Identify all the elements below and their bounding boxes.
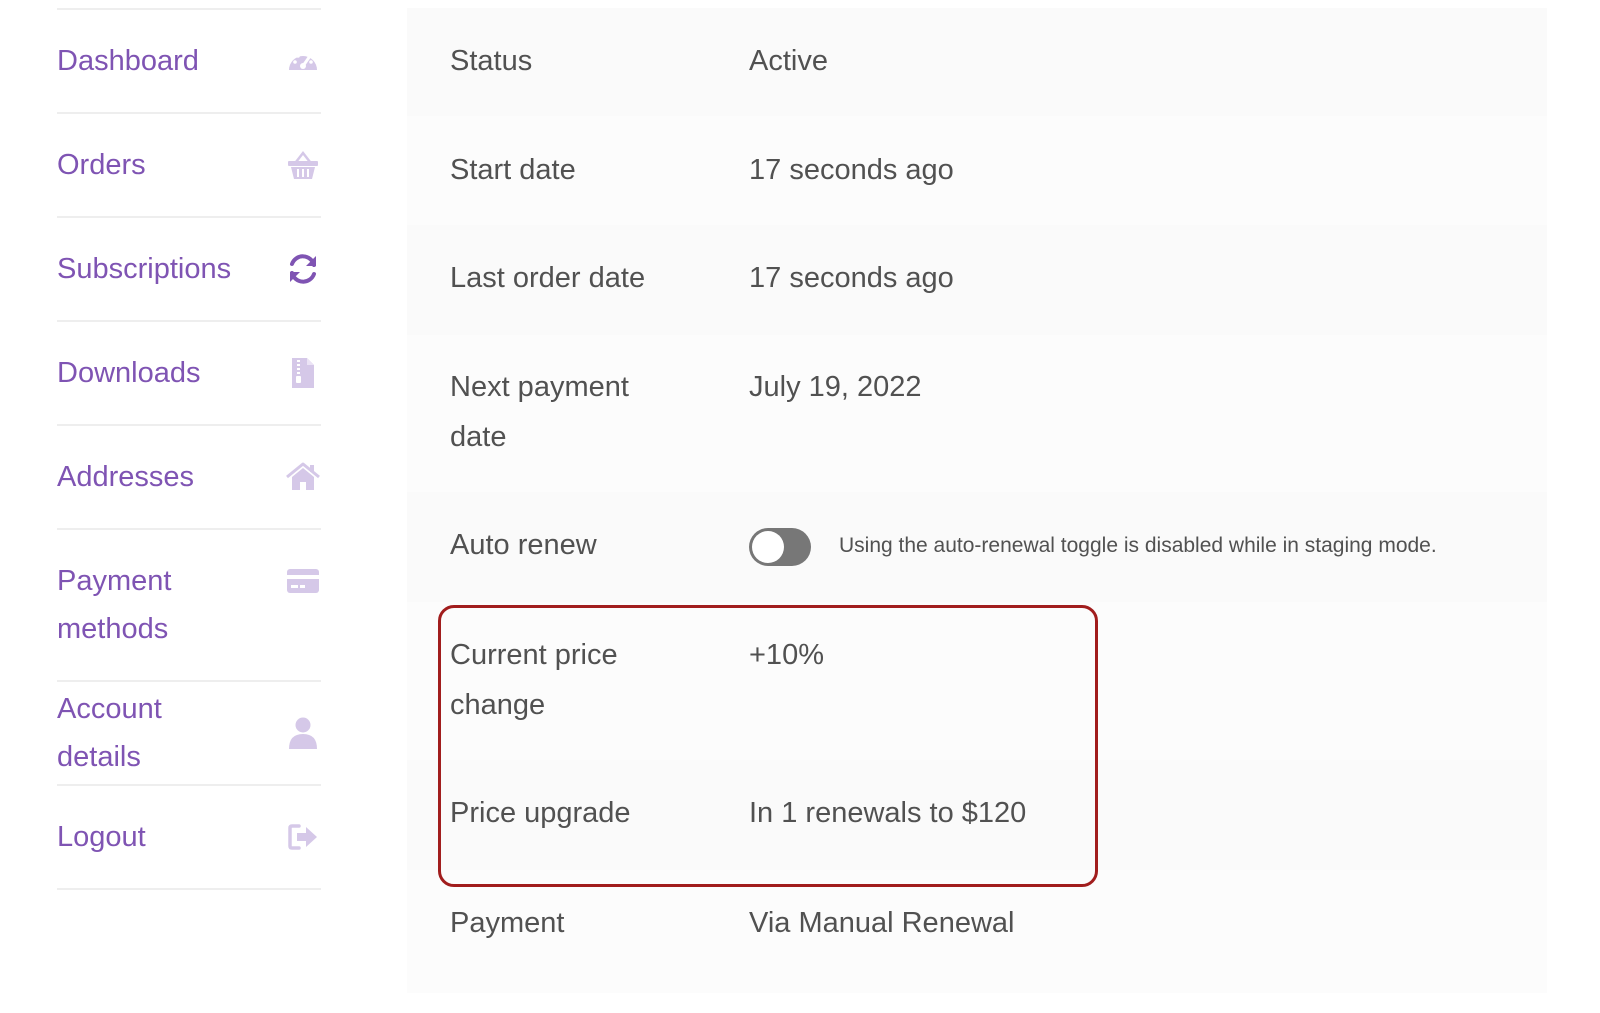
- row-label: Auto renew: [450, 529, 597, 561]
- table-row-start-date: Start date 17 seconds ago: [407, 116, 1547, 225]
- nav-item-label: Dashboard: [57, 45, 199, 77]
- zip-file-icon: [285, 355, 321, 391]
- last-order-date-value: 17 seconds ago: [749, 262, 954, 294]
- table-row-price-upgrade: Price upgrade In 1 renewals to $120: [407, 760, 1547, 870]
- auto-renew-note: Using the auto-renewal toggle is disable…: [839, 534, 1437, 557]
- row-value: July 19, 2022: [690, 335, 1547, 412]
- start-date-value: 17 seconds ago: [749, 154, 954, 186]
- row-label: Current price change: [450, 639, 618, 721]
- dashboard-gauge-icon: [285, 43, 321, 79]
- credit-card-icon: [285, 563, 321, 599]
- row-label: Last order date: [450, 262, 646, 294]
- payment-value: Via Manual Renewal: [749, 907, 1015, 939]
- row-value: Using the auto-renewal toggle is disable…: [705, 492, 1547, 566]
- nav-item-downloads[interactable]: Downloads: [57, 322, 321, 426]
- home-icon: [285, 459, 321, 495]
- nav-item-orders[interactable]: Orders: [57, 114, 321, 218]
- nav-item-label: Subscriptions: [57, 253, 232, 285]
- row-label: Price upgrade: [450, 797, 631, 829]
- nav-item-account-details[interactable]: Account details: [57, 682, 321, 786]
- row-value: 17 seconds ago: [705, 225, 1547, 303]
- current-price-change-value: +10%: [749, 639, 824, 671]
- next-payment-date-value: July 19, 2022: [749, 371, 922, 403]
- row-value: +10%: [670, 602, 1547, 680]
- nav-item-label: Downloads: [57, 357, 201, 389]
- user-icon: [285, 715, 321, 751]
- subscription-details-table: Status Active Start date 17 seconds ago …: [407, 8, 1547, 993]
- basket-icon: [285, 147, 321, 183]
- nav-item-label: Addresses: [57, 461, 195, 493]
- nav-item-label: Orders: [57, 149, 146, 181]
- status-value: Active: [749, 45, 828, 77]
- row-value: In 1 renewals to $120: [705, 760, 1547, 838]
- row-label: Status: [450, 45, 533, 77]
- toggle-knob: [752, 531, 784, 563]
- nav-item-label: Logout: [57, 821, 146, 853]
- row-label: Payment: [450, 907, 565, 939]
- auto-renew-toggle[interactable]: [749, 528, 811, 566]
- table-row-auto-renew: Auto renew Using the auto-renewal toggle…: [407, 492, 1547, 602]
- nav-item-addresses[interactable]: Addresses: [57, 426, 321, 530]
- logout-icon: [285, 819, 321, 855]
- row-value: Via Manual Renewal: [705, 870, 1547, 948]
- price-upgrade-value: In 1 renewals to $120: [749, 797, 1027, 829]
- nav-item-dashboard[interactable]: Dashboard: [57, 10, 321, 114]
- table-row-last-order-date: Last order date 17 seconds ago: [407, 225, 1547, 335]
- nav-item-logout[interactable]: Logout: [57, 786, 321, 890]
- refresh-icon: [285, 251, 321, 287]
- page: Dashboard Orders Subscriptions Downloads…: [0, 0, 1600, 1013]
- table-row-next-payment-date: Next payment date July 19, 2022: [407, 335, 1547, 492]
- account-navigation: Dashboard Orders Subscriptions Downloads…: [57, 0, 321, 890]
- nav-item-label: Payment methods: [57, 565, 172, 645]
- row-label: Next payment date: [450, 371, 629, 453]
- row-label: Start date: [450, 154, 576, 186]
- nav-item-payment-methods[interactable]: Payment methods: [57, 530, 321, 682]
- row-value: 17 seconds ago: [705, 116, 1547, 195]
- table-row-payment: Payment Via Manual Renewal: [407, 870, 1547, 993]
- table-row-current-price-change: Current price change +10%: [407, 602, 1547, 760]
- row-value: Active: [705, 8, 1547, 86]
- nav-item-subscriptions[interactable]: Subscriptions: [57, 218, 321, 322]
- nav-item-label: Account details: [57, 693, 162, 773]
- divider: [57, 0, 321, 10]
- table-row-status: Status Active: [407, 8, 1547, 116]
